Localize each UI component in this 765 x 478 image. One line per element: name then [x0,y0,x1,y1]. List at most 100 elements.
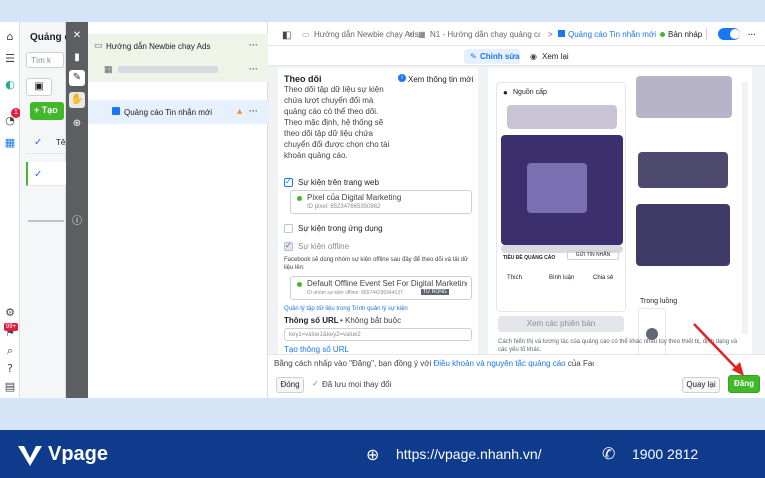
help-icon[interactable]: ? [3,362,17,376]
blurred-preview-1 [636,76,732,118]
offline-events-checkbox[interactable] [284,241,293,251]
url-params-placeholder: key1=value1&key2=value2 [289,332,361,338]
facebook-icon: ● [503,88,508,97]
branding-bar: Vpage ⊕ https://vpage.nhanh.vn/ ✆ 1900 2… [0,430,765,478]
placement-label: Trong luồng [640,298,678,305]
adset-name-blurred [118,66,218,73]
more-options-icon[interactable]: ··· [249,64,258,74]
close-icon[interactable]: ✕ [69,28,85,44]
cta-title: TIÊU ĐỀ QUẢNG CÁO [503,255,556,261]
tree-item-campaign[interactable]: ▭ Hướng dẫn Newbie chạy Ads ··· [88,34,268,58]
eye-icon: ◉ [530,52,537,61]
preview-scrollbar[interactable] [742,82,748,334]
back-button[interactable]: Quay lại [682,377,720,393]
grid-small-icon: ▦ [104,64,113,74]
offline-badge: TỪ RỘNG [421,289,449,295]
url-params-optional: • Không bắt buộc [340,316,402,325]
tab-preview[interactable]: Xem lại [542,52,569,61]
tree-item-ad[interactable]: Quảng cáo Tin nhắn mới ▲ ··· [88,100,268,124]
offline-set-id: ID nhóm sự kiện offline: 869744296944137 [307,290,403,296]
view-more-link[interactable]: Xem thông tin mới [408,74,473,85]
ad-icon [112,107,120,115]
like-button[interactable]: Thích [507,275,522,281]
ad-crumb-icon [558,30,565,37]
tool-bar: ✕ ▮ ✎ ✋ ⊕ ⓘ [66,22,88,398]
url-params-input[interactable]: key1=value1&key2=value2 [284,328,472,341]
brand-url[interactable]: https://vpage.nhanh.vn/ [396,446,542,462]
left-rail: ⌂ ☰ ◐ ◔ 1 ▦ ⚙ ⚑ 99+ ⌕ ? ▤ [0,22,21,398]
more-options-icon[interactable]: ··· [249,40,258,50]
search-icon[interactable]: ⌕ [3,344,17,358]
ad-editor: ◧ ▭ Hướng dẫn Newbie chạy Ads > ▦ N1 - H… [268,22,765,398]
terms-notice: Bằng cách nhấp vào "Đăng", bạn đồng ý vớ… [274,359,594,368]
more-options-icon[interactable]: ··· [748,30,756,39]
chart-icon[interactable]: ▮ [69,50,85,66]
web-events-checkbox[interactable] [284,177,293,187]
preview-page-name: Nguồn cấp [513,89,547,96]
offline-set-select[interactable]: Default Offline Event Set For Digital Ma… [290,276,472,300]
save-status: Đã lưu mọi thay đổi [322,380,392,389]
edit-icon[interactable]: ✎ [69,70,85,86]
app-events-label: Sự kiện trong ứng dụng [298,224,383,233]
tree-item-adset[interactable]: ▦ ··· [88,58,268,82]
menu-icon[interactable]: ☰ [3,52,17,66]
select-all-checkbox[interactable]: ✓ [34,138,44,148]
close-button[interactable]: Đóng [276,377,304,393]
breadcrumb-adset[interactable]: N1 - Hướng dẫn chạy quảng cáo ... [430,30,540,39]
globe-icon: ⊕ [366,445,380,464]
create-button[interactable]: + Tạo [30,102,64,120]
pixel-id: ID pixel: 852347665350862 [307,204,381,210]
list-search-input[interactable]: Tìm k [26,52,64,68]
structure-panel: ▭ Hướng dẫn Newbie chạy Ads ··· ▦ ··· Qu… [88,22,268,398]
terms-link[interactable]: Điều khoản và nguyên tắc quảng cáo [434,359,566,368]
ad-label: Quảng cáo Tin nhắn mới [124,108,212,117]
list-item[interactable]: ✓ [26,162,66,186]
blurred-caption [507,105,617,129]
breadcrumb: ◧ ▭ Hướng dẫn Newbie chạy Ads > ▦ N1 - H… [268,22,765,46]
vpage-logo-icon [18,446,42,466]
folder-icon: ▭ [94,40,103,50]
ad-preview: ● Nguồn cấp TIÊU ĐỀ QUẢNG CÁO GỬI TIN NH… [488,68,752,354]
report-icon[interactable]: ▤ [3,380,17,394]
offline-events-label: Sự kiện offline [298,242,350,251]
blurred-preview-3 [636,204,730,266]
share-button[interactable]: Chia sẻ [593,275,613,281]
pixel-select[interactable]: Pixel của Digital Marketing ID pixel: 85… [290,190,472,214]
account-icon[interactable]: ◐ [3,78,17,92]
more-options-icon[interactable]: ··· [249,106,258,116]
breadcrumb-campaign[interactable]: Hướng dẫn Newbie chạy Ads [314,30,418,39]
list-scrollbar[interactable] [28,220,64,222]
zoom-icon[interactable]: ⊕ [69,116,85,132]
settings-icon[interactable]: ⚙ [3,306,17,320]
check-icon: ✓ [312,379,319,388]
app-events-checkbox[interactable] [284,224,293,233]
offline-status-dot [297,282,302,287]
brand-phone[interactable]: 1900 2812 [632,446,698,462]
grid-crumb-icon: ▦ [418,30,426,39]
breadcrumb-separator: > [548,30,553,39]
panel-toggle-icon[interactable]: ◧ [282,30,291,41]
brand-name: Vpage [48,443,109,465]
view-variants-button[interactable]: Xem các phiên bản [498,316,624,332]
grid-icon[interactable]: ▦ [3,136,17,150]
hand-icon[interactable]: ✋ [69,92,85,108]
home-icon[interactable]: ⌂ [3,30,17,44]
section-description: Theo dõi tập dữ liệu sự kiện chứa lượt c… [284,85,390,160]
list-header-row: ✓ Tên [26,130,70,154]
build-params-link[interactable]: Tạo thông số URL [284,344,349,354]
manage-datasets-link[interactable]: Quản lý tập dữ liệu trong Trình quản lý … [284,304,476,315]
row-checkbox[interactable]: ✓ [34,170,44,180]
clipboard-icon[interactable]: ▣ [26,78,52,96]
send-message-button[interactable]: GỬI TIN NHẮN [567,250,619,260]
draft-status-dot [660,32,665,37]
comment-button[interactable]: Bình luận [549,275,574,281]
alerts-badge: 99+ [4,323,18,331]
warning-icon: ▲ [235,106,244,116]
ads-manager-window: ⌂ ☰ ◐ ◔ 1 ▦ ⚙ ⚑ 99+ ⌕ ? ▤ Quảng cá Tìm k… [0,22,765,398]
pixel-status-dot [297,196,302,201]
info-icon[interactable]: ⓘ [69,214,85,230]
offline-note: Facebook sẽ dùng nhóm sự kiện offline sa… [284,257,469,271]
tab-edit[interactable]: Chỉnh sửa [480,52,520,61]
terms-suffix: của Facebook. [567,359,594,368]
breadcrumb-ad[interactable]: Quảng cáo Tin nhắn mới [568,30,656,39]
